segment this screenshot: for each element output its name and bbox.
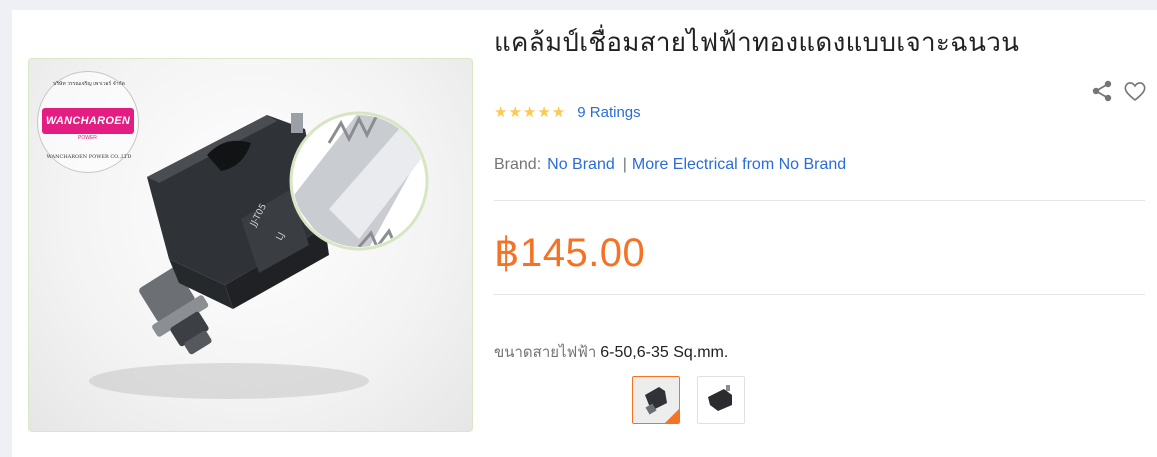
star-icon: ★ <box>494 103 508 121</box>
seal-english-text: WANCHAROEN POWER CO.,LTD <box>46 154 132 160</box>
company-logo: WANCHAROEN <box>42 108 134 134</box>
variant-label: ขนาดสายไฟฟ้า <box>494 343 597 361</box>
seal-thai-text: บริษัท วรรณเจริญ เพาเวอร์ จำกัด <box>53 81 125 87</box>
product-main-image[interactable]: JJ-T05 LJ WANCHAROEN POWER บริษัท วรรณเจ… <box>28 58 473 432</box>
star-icon: ★ <box>537 103 551 121</box>
ratings-link[interactable]: 9 Ratings <box>577 104 640 121</box>
variant-thumbnails <box>632 376 745 424</box>
star-icon: ★ <box>551 103 566 121</box>
rating-row: ★ ★ ★ ★ ★ 9 Ratings <box>494 102 641 122</box>
variant-thumbnail-2[interactable] <box>697 376 745 424</box>
product-title: แคล้มป์เชื่อมสายไฟฟ้าทองแดงแบบเจาะฉนวน <box>494 28 1020 58</box>
divider <box>494 200 1145 201</box>
brand-separator: | <box>622 156 627 173</box>
brand-row: Brand: No Brand | More Electrical from N… <box>494 156 846 174</box>
star-icon: ★ <box>508 103 522 121</box>
variant-value: 6-50,6-35 Sq.mm. <box>600 344 729 361</box>
divider <box>494 294 1145 295</box>
thumbnail-image <box>698 377 744 423</box>
heart-icon[interactable] <box>1122 78 1148 104</box>
variant-thumbnail-1[interactable] <box>632 376 680 424</box>
star-rating: ★ ★ ★ ★ ★ <box>494 105 565 120</box>
more-from-brand-link[interactable]: More Electrical from No Brand <box>632 156 846 174</box>
brand-label: Brand: <box>494 156 542 173</box>
share-icon[interactable] <box>1089 78 1115 104</box>
brand-link[interactable]: No Brand <box>547 156 615 174</box>
variant-row: ขนาดสายไฟฟ้า 6-50,6-35 Sq.mm. <box>494 340 728 364</box>
star-icon: ★ <box>522 103 537 121</box>
selected-check-icon <box>665 409 679 423</box>
product-price: ฿145.00 <box>494 231 646 275</box>
logo-subtext: POWER <box>78 135 97 141</box>
logo-text: WANCHAROEN <box>45 115 131 127</box>
company-seal: WANCHAROEN POWER บริษัท วรรณเจริญ เพาเวอ… <box>37 71 139 173</box>
